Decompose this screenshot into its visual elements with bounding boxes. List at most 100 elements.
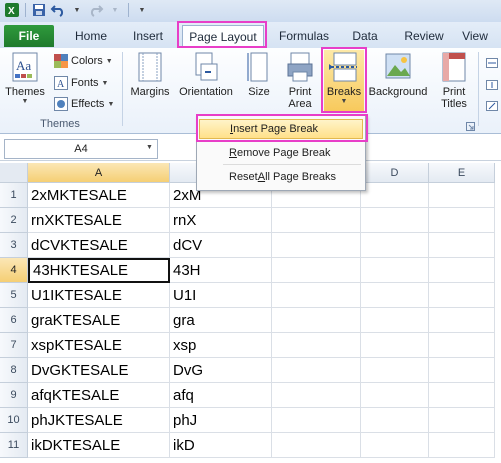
row-header[interactable]: 1 — [0, 183, 28, 208]
tab-data[interactable]: Data — [345, 25, 385, 47]
row-header[interactable]: 6 — [0, 308, 28, 333]
effects-button[interactable]: Effects ▼ — [54, 95, 114, 113]
active-cell[interactable]: 43HKTESALE — [28, 258, 170, 283]
cell[interactable] — [361, 358, 429, 383]
name-box[interactable]: A4 — [4, 139, 158, 159]
print-area-button[interactable]: Print Area — [282, 50, 318, 110]
undo-icon[interactable] — [50, 2, 66, 18]
print-titles-button[interactable]: Print Titles — [436, 50, 472, 110]
cell[interactable]: U1I — [170, 283, 272, 308]
tab-insert[interactable]: Insert — [124, 25, 172, 47]
cell[interactable]: 2xMKTESALE — [28, 183, 170, 208]
themes-button[interactable]: Aa Themes ▼ — [5, 50, 45, 105]
cell[interactable]: phJKTESALE — [28, 408, 170, 433]
cell[interactable] — [429, 283, 495, 308]
customize-qat-icon[interactable]: ▼ — [134, 2, 150, 18]
cell[interactable]: afqKTESALE — [28, 383, 170, 408]
cell[interactable]: rnX — [170, 208, 272, 233]
cell[interactable] — [272, 233, 361, 258]
orientation-button[interactable]: Orientation — [174, 50, 238, 98]
cell[interactable]: dCV — [170, 233, 272, 258]
row-header[interactable]: 2 — [0, 208, 28, 233]
column-header-d[interactable]: D — [361, 163, 429, 183]
margins-button[interactable]: Margins — [128, 50, 172, 98]
column-header-a[interactable]: A — [28, 163, 170, 183]
save-icon[interactable] — [31, 2, 47, 18]
tab-review[interactable]: Review — [398, 25, 450, 47]
cell[interactable] — [272, 408, 361, 433]
select-all-corner[interactable] — [0, 163, 28, 183]
cell[interactable] — [361, 208, 429, 233]
cell[interactable] — [272, 358, 361, 383]
cell[interactable]: DvGKTESALE — [28, 358, 170, 383]
cell[interactable] — [272, 283, 361, 308]
cell[interactable] — [429, 208, 495, 233]
size-button[interactable]: Size — [244, 50, 274, 98]
cell[interactable] — [429, 408, 495, 433]
cell[interactable]: xspKTESALE — [28, 333, 170, 358]
tab-formulas[interactable]: Formulas — [272, 25, 336, 47]
redo-dropdown-icon[interactable]: ▼ — [107, 2, 123, 18]
cell[interactable] — [429, 233, 495, 258]
cell[interactable] — [429, 258, 495, 283]
cell[interactable] — [272, 308, 361, 333]
file-tab[interactable]: File — [4, 25, 54, 47]
page-setup-launcher-icon[interactable] — [466, 117, 475, 135]
tab-view[interactable]: View — [455, 25, 495, 47]
row-header[interactable]: 11 — [0, 433, 28, 458]
cell[interactable] — [429, 333, 495, 358]
row-header[interactable]: 8 — [0, 358, 28, 383]
cell[interactable] — [361, 283, 429, 308]
cell[interactable] — [272, 258, 361, 283]
cell[interactable] — [361, 233, 429, 258]
remove-page-break-item[interactable]: Remove Page Break — [199, 143, 363, 163]
cell[interactable] — [272, 383, 361, 408]
cell[interactable] — [429, 383, 495, 408]
name-box-dropdown-icon[interactable]: ▼ — [146, 144, 153, 151]
cell[interactable] — [272, 333, 361, 358]
undo-dropdown-icon[interactable]: ▼ — [69, 2, 85, 18]
cell[interactable] — [361, 258, 429, 283]
cell[interactable]: dCVKTESALE — [28, 233, 170, 258]
cell[interactable] — [361, 183, 429, 208]
cell[interactable] — [429, 433, 495, 458]
cell[interactable]: xsp — [170, 333, 272, 358]
cell[interactable]: phJ — [170, 408, 272, 433]
tab-home[interactable]: Home — [67, 25, 115, 47]
cell[interactable] — [429, 183, 495, 208]
colors-button[interactable]: Colors ▼ — [54, 52, 113, 70]
row-header[interactable]: 4 — [0, 258, 28, 283]
cell[interactable] — [361, 408, 429, 433]
cell[interactable]: gra — [170, 308, 272, 333]
cell[interactable] — [361, 433, 429, 458]
cell[interactable]: ikD — [170, 433, 272, 458]
cell[interactable]: graKTESALE — [28, 308, 170, 333]
width-icon[interactable] — [486, 54, 498, 72]
cell[interactable]: ikDKTESALE — [28, 433, 170, 458]
row-header[interactable]: 9 — [0, 383, 28, 408]
scale-icon[interactable] — [486, 97, 498, 115]
cell[interactable] — [429, 358, 495, 383]
column-header-e[interactable]: E — [429, 163, 495, 183]
height-icon[interactable] — [486, 76, 498, 94]
cell[interactable] — [429, 308, 495, 333]
cell[interactable] — [272, 433, 361, 458]
cell[interactable]: DvG — [170, 358, 272, 383]
row-header[interactable]: 3 — [0, 233, 28, 258]
cell[interactable]: rnXKTESALE — [28, 208, 170, 233]
excel-app-icon[interactable]: X — [4, 2, 20, 18]
fonts-button[interactable]: A Fonts ▼ — [54, 74, 108, 92]
reset-all-page-breaks-item[interactable]: Reset All Page Breaks — [199, 167, 363, 187]
row-header[interactable]: 5 — [0, 283, 28, 308]
cell[interactable] — [361, 333, 429, 358]
cell[interactable] — [361, 308, 429, 333]
row-header[interactable]: 7 — [0, 333, 28, 358]
cell[interactable]: 43H — [170, 258, 272, 283]
cell[interactable]: afq — [170, 383, 272, 408]
cell[interactable] — [361, 383, 429, 408]
row-header[interactable]: 10 — [0, 408, 28, 433]
cell[interactable]: U1IKTESALE — [28, 283, 170, 308]
cell[interactable] — [272, 208, 361, 233]
background-button[interactable]: Background — [366, 50, 430, 98]
redo-icon[interactable] — [88, 2, 104, 18]
